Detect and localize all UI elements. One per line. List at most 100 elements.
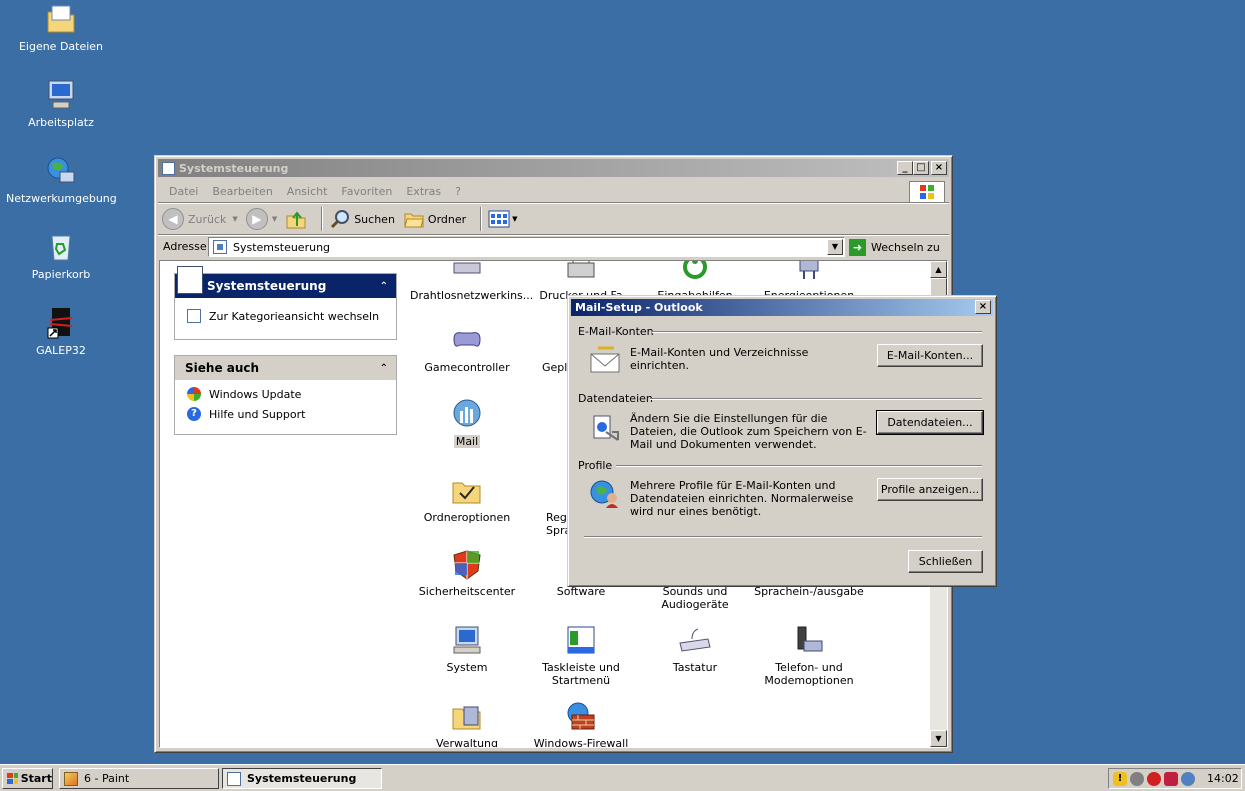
cp-item-label: Ordneroptionen [423, 511, 511, 524]
cp-item-tastatur[interactable]: Tastatur [638, 625, 752, 674]
administrative-tools-icon [450, 701, 484, 733]
desktop-icon-label: Netzwerkumgebung [6, 192, 117, 205]
desktop-icon-galep32[interactable]: GALEP32 [6, 306, 116, 357]
cp-item-gamecontroller[interactable]: Gamecontroller [410, 325, 524, 374]
taskbar-item-systemsteuerung[interactable]: Systemsteuerung [222, 768, 382, 789]
views-dropdown-icon: ▼ [512, 215, 518, 223]
address-dropdown-button[interactable]: ▼ [827, 239, 843, 255]
menu-datei[interactable]: Datei [162, 185, 205, 198]
cp-item-telefon-modem[interactable]: Telefon- und Modemoptionen [752, 625, 866, 687]
security-alert-icon[interactable]: ! [1113, 771, 1127, 786]
printer-icon [564, 261, 598, 285]
up-button[interactable] [285, 208, 307, 230]
minimize-button[interactable]: _ [897, 161, 913, 175]
phone-modem-icon [792, 625, 826, 657]
maximize-button[interactable]: □ [913, 161, 929, 175]
windows-update-link[interactable]: Windows Update [175, 384, 396, 404]
desktop-icon-papierkorb[interactable]: Papierkorb [6, 230, 116, 281]
menu-extras[interactable]: Extras [399, 185, 448, 198]
cp-item-taskleiste[interactable]: Taskleiste und Startmenü [524, 625, 638, 687]
network-icon [44, 154, 78, 188]
control-panel-big-icon [177, 266, 203, 294]
speaker-icon[interactable] [1181, 771, 1195, 786]
menu-help[interactable]: ? [448, 185, 468, 198]
antivirus-icon[interactable] [1164, 771, 1178, 786]
scroll-up-button[interactable]: ▲ [930, 261, 947, 278]
desktop-icon-arbeitsplatz[interactable]: Arbeitsplatz [6, 78, 116, 129]
menu-favoriten[interactable]: Favoriten [334, 185, 399, 198]
cp-item-label: Mail [453, 435, 481, 448]
desktop-icon-netzwerkumgebung[interactable]: Netzwerkumgebung [6, 154, 117, 205]
start-button[interactable]: Start [2, 768, 53, 789]
recycle-bin-icon [44, 230, 78, 264]
group-line [652, 331, 982, 333]
profiles-button[interactable]: Profile anzeigen... [877, 478, 983, 501]
folders-button[interactable]: Ordner [403, 208, 466, 230]
cp-item-drahtlosnetzwerk[interactable]: Drahtlosnetzwerkins... [410, 261, 533, 302]
menu-ansicht[interactable]: Ansicht [280, 185, 335, 198]
scroll-down-button[interactable]: ▼ [930, 730, 947, 747]
cp-item-label: Sounds und Audiogeräte [661, 585, 729, 611]
switch-category-view-link[interactable]: Zur Kategorieansicht wechseln [175, 306, 396, 326]
taskbar-item-paint[interactable]: 6 - Paint [59, 768, 219, 789]
menu-bearbeiten[interactable]: Bearbeiten [205, 185, 279, 198]
computer-icon [44, 78, 78, 112]
tray-gear-icon[interactable] [1130, 771, 1144, 786]
cp-item-mail[interactable]: Mail [410, 399, 524, 448]
email-accounts-description: E-Mail-Konten und Verzeichnisse einricht… [630, 346, 809, 372]
data-files-icon [588, 412, 622, 447]
collapse-chevron-icon[interactable]: ⌃ [380, 363, 388, 374]
taskbar: Start 6 - Paint Systemsteuerung ! 14:02 [0, 764, 1245, 791]
address-input[interactable]: Systemsteuerung ▼ [208, 237, 845, 257]
profiles-description: Mehrere Profile für E-Mail-Konten und Da… [630, 479, 854, 518]
close-button[interactable]: × [931, 161, 947, 175]
desktop-icon-label: Papierkorb [31, 268, 91, 281]
folder-icon [44, 2, 78, 36]
paint-icon [64, 771, 78, 786]
desktop-icon-eigene-dateien[interactable]: Eigene Dateien [6, 2, 116, 53]
cp-item-ordneroptionen[interactable]: Ordneroptionen [410, 475, 524, 524]
go-button[interactable]: ➜ Wechseln zu [849, 237, 945, 257]
taskbar-item-label: Systemsteuerung [247, 772, 357, 785]
window-titlebar[interactable]: Systemsteuerung _ □ × [158, 159, 949, 177]
schliessen-button[interactable]: Schließen [908, 550, 983, 573]
taskbar-startmenu-icon [564, 625, 598, 657]
cp-item-windows-firewall[interactable]: Windows-Firewall [524, 701, 638, 747]
desktop-icon-label: GALEP32 [36, 344, 86, 357]
group-email-accounts-title: E-Mail-Konten [578, 325, 654, 338]
galep-chip-icon [44, 306, 78, 340]
data-files-button[interactable]: Datendateien... [876, 410, 984, 435]
mail-icon [450, 399, 484, 431]
search-label: Suchen [354, 212, 395, 226]
folders-label: Ordner [427, 212, 467, 226]
see-also-header[interactable]: Siehe auch ⌃ [175, 356, 396, 380]
cp-item-sicherheitscenter[interactable]: Sicherheitscenter [410, 549, 524, 598]
windows-logo-icon [909, 181, 945, 203]
cp-item-verwaltung[interactable]: Verwaltung [410, 701, 524, 747]
panel-header[interactable]: Systemsteuerung ⌃ [175, 266, 396, 298]
windows-update-label: Windows Update [209, 387, 302, 401]
views-button[interactable]: ▼ [488, 210, 518, 228]
toolbar: ◀ Zurück ▼ ▶ ▼ Suchen Ordner ▼ [158, 204, 949, 234]
dialog-close-button[interactable]: × [975, 300, 991, 314]
panel-title: Systemsteuerung [207, 279, 327, 293]
control-panel-taskbar-icon [227, 771, 241, 786]
forward-button[interactable]: ▶ ▼ [245, 208, 277, 230]
dialog-titlebar[interactable]: Mail-Setup - Outlook × [571, 299, 993, 316]
clock[interactable]: 14:02 [1207, 772, 1239, 785]
help-support-link[interactable]: ? Hilfe und Support [175, 404, 396, 424]
back-button[interactable]: ◀ Zurück ▼ [162, 208, 238, 230]
network-warning-icon[interactable] [1147, 771, 1161, 786]
desktop-icon-label: Eigene Dateien [18, 40, 104, 53]
start-windows-icon [7, 772, 18, 784]
search-button[interactable]: Suchen [329, 208, 395, 230]
collapse-chevron-icon[interactable]: ⌃ [380, 281, 388, 292]
bottom-separator [584, 536, 982, 538]
address-bar: Adresse Systemsteuerung ▼ ➜ Wechseln zu [158, 236, 949, 258]
email-accounts-button[interactable]: E-Mail-Konten... [877, 344, 983, 367]
views-icon [488, 210, 510, 228]
toolbar-separator [321, 207, 324, 231]
menu-bar: Datei Bearbeiten Ansicht Favoriten Extra… [158, 180, 949, 203]
cp-item-system[interactable]: System [410, 625, 524, 674]
folder-options-icon [450, 475, 484, 507]
